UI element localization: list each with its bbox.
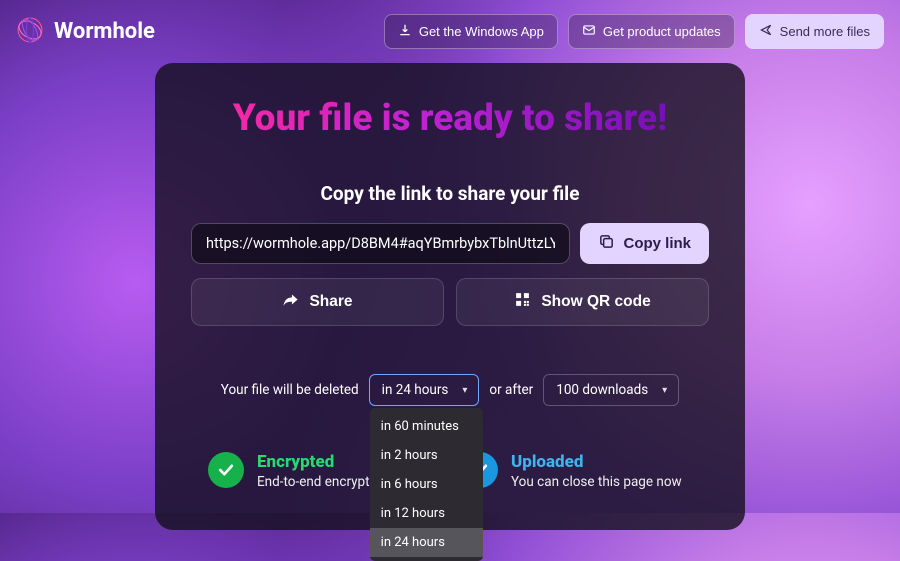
brand-name: Wormhole <box>54 19 155 44</box>
get-updates-button[interactable]: Get product updates <box>568 14 735 49</box>
share-icon <box>282 291 299 313</box>
get-windows-app-label: Get the Windows App <box>419 24 544 39</box>
time-option[interactable]: in 24 hours <box>370 528 483 557</box>
mail-icon <box>582 23 596 40</box>
hero-title: Your file is ready to share! <box>191 97 709 140</box>
copy-link-label: Copy link <box>623 235 691 252</box>
top-actions: Get the Windows App Get product updates … <box>384 14 884 49</box>
time-select-value: in 24 hours <box>382 382 449 398</box>
check-icon <box>208 452 244 488</box>
main-card: Your file is ready to share! Copy the li… <box>155 63 745 530</box>
downloads-select[interactable]: 100 downloads ▾ <box>543 374 679 406</box>
share-label: Share <box>309 293 352 311</box>
show-qr-button[interactable]: Show QR code <box>456 278 709 326</box>
send-more-files-label: Send more files <box>780 24 870 39</box>
copy-link-button[interactable]: Copy link <box>580 223 709 264</box>
or-after-text: or after <box>489 382 533 398</box>
top-bar: Wormhole Get the Windows App Get product… <box>0 0 900 63</box>
time-dropdown: in 60 minutes in 2 hours in 6 hours in 1… <box>370 408 483 561</box>
uploaded-subtext: You can close this page now <box>511 474 682 490</box>
time-option[interactable]: in 6 hours <box>370 470 483 499</box>
chevron-down-icon: ▾ <box>662 385 667 396</box>
encrypted-title: Encrypted <box>257 452 384 472</box>
uploaded-status: Uploaded You can close this page now <box>462 452 692 490</box>
time-option[interactable]: in 2 hours <box>370 441 483 470</box>
expiry-row: Your file will be deleted in 24 hours ▾ … <box>191 374 709 406</box>
qr-icon <box>514 291 531 313</box>
share-link-input[interactable] <box>191 223 570 264</box>
show-qr-label: Show QR code <box>541 293 650 311</box>
get-windows-app-button[interactable]: Get the Windows App <box>384 14 558 49</box>
time-option[interactable]: in 60 minutes <box>370 412 483 441</box>
download-icon <box>398 23 412 40</box>
time-option[interactable]: in 12 hours <box>370 499 483 528</box>
send-more-files-button[interactable]: Send more files <box>745 14 884 49</box>
expiry-prefix: Your file will be deleted <box>221 382 359 398</box>
brand-swirl-icon <box>16 16 44 48</box>
encrypted-subtext: End-to-end encrypted <box>257 474 384 490</box>
chevron-down-icon: ▾ <box>462 385 467 396</box>
time-select[interactable]: in 24 hours ▾ in 60 minutes in 2 hours i… <box>369 374 480 406</box>
link-row: Copy link <box>191 223 709 264</box>
brand[interactable]: Wormhole <box>16 16 155 48</box>
downloads-select-value: 100 downloads <box>556 382 648 398</box>
get-updates-label: Get product updates <box>603 24 721 39</box>
send-icon <box>759 23 773 40</box>
copy-icon <box>598 233 615 254</box>
share-button[interactable]: Share <box>191 278 444 326</box>
copy-subtitle: Copy the link to share your file <box>191 182 709 205</box>
uploaded-title: Uploaded <box>511 452 682 472</box>
action-row: Share Show QR code <box>191 278 709 326</box>
